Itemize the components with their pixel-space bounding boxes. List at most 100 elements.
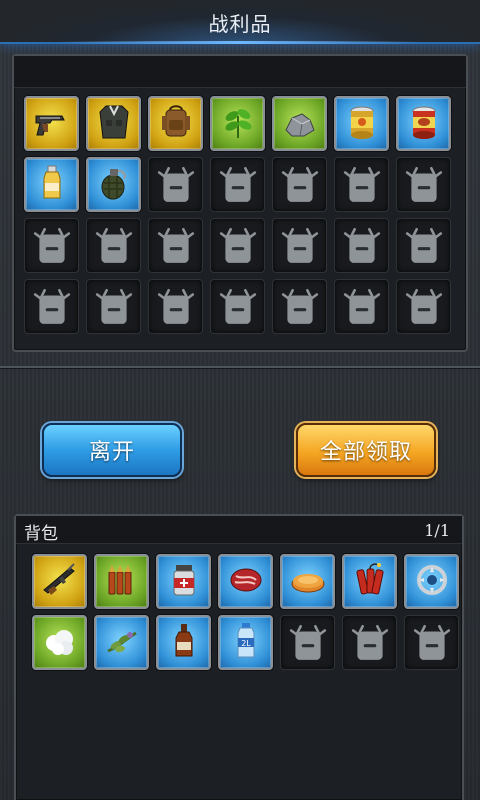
loot-empty-slot — [210, 279, 265, 334]
backpack-panel: 背包 1/1 2L — [14, 514, 464, 800]
loot-empty-slot — [86, 218, 141, 273]
loot-panel — [12, 54, 468, 352]
backpack-grid: 2L — [32, 554, 459, 670]
loot-empty-slot — [210, 218, 265, 273]
grenade-icon — [94, 163, 134, 207]
empty-bag-icon — [279, 223, 321, 269]
canned-meat-icon — [404, 102, 444, 146]
empty-bag-icon — [341, 162, 383, 208]
title-bar: 战利品 — [0, 0, 480, 44]
herbs-bundle-icon — [102, 621, 142, 665]
cotton-icon — [40, 621, 80, 665]
backpack-slot[interactable] — [342, 554, 397, 609]
loot-slot[interactable] — [86, 157, 141, 212]
loot-slot[interactable] — [24, 96, 79, 151]
loot-empty-slot — [210, 157, 265, 212]
loot-empty-slot — [396, 218, 451, 273]
empty-bag-icon — [279, 162, 321, 208]
empty-bag-icon — [341, 223, 383, 269]
loot-empty-slot — [86, 279, 141, 334]
claim-all-button[interactable]: 全部领取 — [296, 423, 436, 477]
empty-bag-icon — [93, 223, 135, 269]
backpack-slot[interactable] — [218, 554, 273, 609]
bottle-icon — [164, 621, 204, 665]
backpack-slot[interactable]: 2L — [218, 615, 273, 670]
empty-bag-icon — [341, 284, 383, 330]
empty-bag-icon — [287, 620, 329, 666]
dynamite-icon — [350, 560, 390, 604]
water-bottle-icon: 2L — [226, 621, 266, 665]
page-title: 战利品 — [208, 12, 272, 36]
loot-empty-slot — [396, 157, 451, 212]
empty-bag-icon — [93, 284, 135, 330]
backpack-icon — [156, 102, 196, 146]
loot-empty-slot — [334, 157, 389, 212]
backpack-page-indicator: 1/1 — [424, 521, 450, 540]
loot-empty-slot — [334, 279, 389, 334]
loot-slot[interactable] — [86, 96, 141, 151]
juice-bottle-icon — [32, 163, 72, 207]
empty-bag-icon — [31, 284, 73, 330]
loot-slot[interactable] — [210, 96, 265, 151]
loot-empty-slot — [148, 157, 203, 212]
rifle-icon — [40, 560, 80, 604]
backpack-slot[interactable] — [156, 554, 211, 609]
backpack-slot[interactable] — [94, 615, 149, 670]
loot-empty-slot — [148, 218, 203, 273]
backpack-slot[interactable] — [32, 554, 87, 609]
empty-bag-icon — [155, 284, 197, 330]
medicine-jar-icon — [164, 560, 204, 604]
canned-food-icon — [342, 102, 382, 146]
ore-icon — [280, 102, 320, 146]
backpack-empty-slot — [404, 615, 459, 670]
leave-button[interactable]: 离开 — [42, 423, 182, 477]
loot-grid — [24, 96, 451, 334]
backpack-slot[interactable] — [94, 554, 149, 609]
backpack-title: 背包 — [24, 524, 58, 544]
pistol-icon — [32, 102, 72, 146]
divider — [0, 366, 480, 368]
empty-bag-icon — [411, 620, 453, 666]
loot-slot[interactable] — [334, 96, 389, 151]
title-glow — [60, 41, 420, 44]
pie-icon — [288, 560, 328, 604]
loot-empty-slot — [24, 279, 79, 334]
empty-bag-icon — [403, 223, 445, 269]
empty-bag-icon — [217, 162, 259, 208]
empty-bag-icon — [31, 223, 73, 269]
loot-slot[interactable] — [272, 96, 327, 151]
loot-empty-slot — [334, 218, 389, 273]
empty-bag-icon — [403, 162, 445, 208]
loot-empty-slot — [396, 279, 451, 334]
loot-empty-slot — [272, 218, 327, 273]
empty-bag-icon — [217, 284, 259, 330]
loot-empty-slot — [24, 218, 79, 273]
bullets-icon — [102, 560, 142, 604]
empty-bag-icon — [155, 162, 197, 208]
empty-bag-icon — [217, 223, 259, 269]
backpack-slot[interactable] — [404, 554, 459, 609]
backpack-slot[interactable] — [156, 615, 211, 670]
vest-icon — [94, 102, 134, 146]
loot-slot[interactable] — [24, 157, 79, 212]
empty-bag-icon — [155, 223, 197, 269]
water-bottle-label: 2L — [241, 639, 251, 648]
loot-slot[interactable] — [148, 96, 203, 151]
backpack-empty-slot — [342, 615, 397, 670]
loot-screen: 战利品 离开 全部领取 背包 1/1 2L — [0, 0, 480, 800]
backpack-empty-slot — [280, 615, 335, 670]
empty-bag-icon — [349, 620, 391, 666]
backpack-header: 背包 1/1 — [16, 516, 462, 544]
herb-icon — [218, 102, 258, 146]
backpack-slot[interactable] — [32, 615, 87, 670]
loot-panel-header — [14, 56, 466, 88]
empty-bag-icon — [279, 284, 321, 330]
empty-bag-icon — [403, 284, 445, 330]
backpack-slot[interactable] — [280, 554, 335, 609]
loot-slot[interactable] — [396, 96, 451, 151]
loot-empty-slot — [272, 279, 327, 334]
loot-empty-slot — [272, 157, 327, 212]
steak-icon — [226, 560, 266, 604]
bear-trap-icon — [412, 560, 452, 604]
loot-empty-slot — [148, 279, 203, 334]
